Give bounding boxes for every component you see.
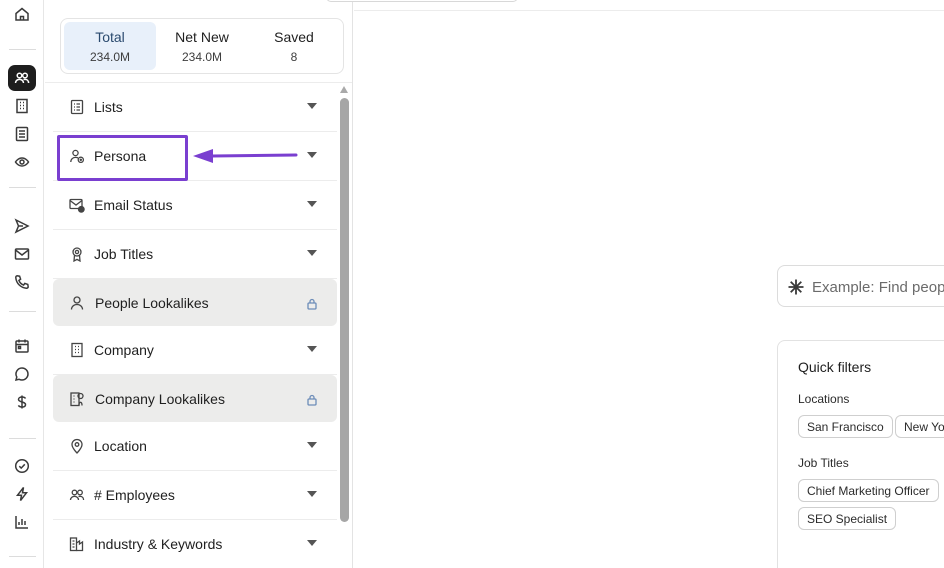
annotation-arrow-icon bbox=[193, 149, 298, 163]
filter-company-lookalikes[interactable]: Company Lookalikes bbox=[53, 375, 337, 422]
filter-company[interactable]: Company bbox=[53, 326, 337, 375]
filter-people-lookalikes[interactable]: People Lookalikes bbox=[53, 279, 337, 326]
chart-icon[interactable] bbox=[12, 512, 32, 532]
calendar-icon[interactable] bbox=[12, 336, 32, 356]
chevron-down-icon[interactable] bbox=[307, 250, 317, 256]
eye-refresh-icon[interactable] bbox=[12, 152, 32, 172]
quick-filters-card: Quick filters Locations San Francisco Ne… bbox=[777, 340, 944, 568]
chat-icon[interactable] bbox=[12, 364, 32, 384]
chevron-down-icon[interactable] bbox=[307, 103, 317, 109]
top-search-fragment[interactable] bbox=[326, 0, 518, 2]
ai-search-input[interactable] bbox=[812, 276, 944, 298]
tab-net-new[interactable]: Net New 234.0M bbox=[156, 22, 248, 70]
dollar-icon[interactable] bbox=[12, 392, 32, 412]
mail-icon[interactable] bbox=[12, 244, 32, 264]
tab-label: Total bbox=[95, 28, 125, 45]
chevron-down-icon[interactable] bbox=[307, 201, 317, 207]
chevron-down-icon[interactable] bbox=[307, 491, 317, 497]
company-lookalike-icon bbox=[69, 391, 85, 407]
industry-icon bbox=[69, 536, 85, 552]
scroll-thumb[interactable] bbox=[340, 98, 349, 522]
people-icon[interactable] bbox=[8, 65, 36, 91]
chip-location[interactable]: New York bbox=[895, 415, 944, 438]
filter-employees[interactable]: # Employees bbox=[53, 471, 337, 520]
chevron-down-icon[interactable] bbox=[307, 442, 317, 448]
location-pin-icon bbox=[69, 438, 85, 454]
tab-saved[interactable]: Saved 8 bbox=[248, 22, 340, 70]
filter-email-status[interactable]: Email Status bbox=[53, 181, 337, 230]
filter-label: Company Lookalikes bbox=[95, 390, 225, 407]
tab-count: 234.0M bbox=[181, 49, 223, 64]
filter-label: Company bbox=[94, 342, 154, 358]
chip-job-title[interactable]: Chief Marketing Officer bbox=[798, 479, 939, 502]
lock-icon bbox=[307, 393, 317, 406]
locations-label: Locations bbox=[798, 392, 850, 406]
filter-lists[interactable]: Lists bbox=[53, 83, 337, 132]
send-icon[interactable] bbox=[12, 216, 32, 236]
main-content: Quick filters Locations San Francisco Ne… bbox=[326, 0, 944, 568]
icon-rail bbox=[0, 0, 44, 568]
chevron-down-icon[interactable] bbox=[307, 540, 317, 546]
result-tabs: Total 234.0M Net New 234.0M Saved 8 bbox=[60, 18, 344, 74]
badge-icon bbox=[69, 246, 85, 263]
rail-divider bbox=[9, 311, 36, 312]
email-status-icon bbox=[69, 197, 85, 213]
job-titles-label: Job Titles bbox=[798, 456, 849, 470]
group-icon bbox=[69, 487, 85, 503]
filter-label: # Employees bbox=[94, 487, 175, 503]
tab-count: 234.0M bbox=[89, 49, 131, 64]
filter-job-titles[interactable]: Job Titles bbox=[53, 230, 337, 279]
home-icon[interactable] bbox=[12, 4, 32, 24]
list-icon bbox=[69, 99, 85, 115]
filter-label: Location bbox=[94, 438, 147, 454]
tab-label: Net New bbox=[175, 28, 229, 45]
sparkle-icon bbox=[787, 278, 805, 296]
rail-divider bbox=[9, 556, 36, 557]
person-icon bbox=[69, 295, 85, 311]
bolt-icon[interactable] bbox=[12, 484, 32, 504]
chevron-down-icon[interactable] bbox=[307, 346, 317, 352]
rail-divider bbox=[9, 187, 36, 188]
filter-label: People Lookalikes bbox=[95, 294, 209, 311]
phone-icon[interactable] bbox=[12, 272, 32, 292]
filter-label: Email Status bbox=[94, 197, 173, 213]
tab-label: Saved bbox=[274, 28, 314, 45]
list-icon[interactable] bbox=[12, 124, 32, 144]
rail-divider bbox=[9, 438, 36, 439]
filter-label: Industry & Keywords bbox=[94, 536, 223, 552]
filter-label: Job Titles bbox=[94, 246, 154, 262]
scroll-up-arrow-icon[interactable] bbox=[340, 86, 348, 93]
quick-filters-title: Quick filters bbox=[798, 359, 872, 375]
tab-count: 8 bbox=[290, 49, 298, 64]
check-circle-icon[interactable] bbox=[12, 456, 32, 476]
ai-search-box[interactable] bbox=[777, 265, 944, 307]
filter-scrollbar[interactable] bbox=[340, 86, 349, 522]
chip-job-title[interactable]: SEO Specialist bbox=[798, 507, 897, 530]
rail-divider bbox=[9, 49, 36, 50]
filter-industry-keywords[interactable]: Industry & Keywords bbox=[53, 520, 337, 568]
lock-icon bbox=[307, 297, 317, 310]
persona-highlight-box bbox=[57, 135, 188, 181]
tab-total[interactable]: Total 234.0M bbox=[64, 22, 156, 70]
chevron-down-icon[interactable] bbox=[307, 152, 317, 158]
building-icon[interactable] bbox=[12, 96, 32, 116]
header-divider bbox=[354, 10, 944, 11]
chip-location[interactable]: San Francisco bbox=[798, 415, 893, 438]
filter-panel: Total 234.0M Net New 234.0M Saved 8 List… bbox=[45, 0, 353, 568]
filter-location[interactable]: Location bbox=[53, 422, 337, 471]
building-icon bbox=[69, 342, 85, 358]
filter-label: Lists bbox=[94, 99, 123, 115]
